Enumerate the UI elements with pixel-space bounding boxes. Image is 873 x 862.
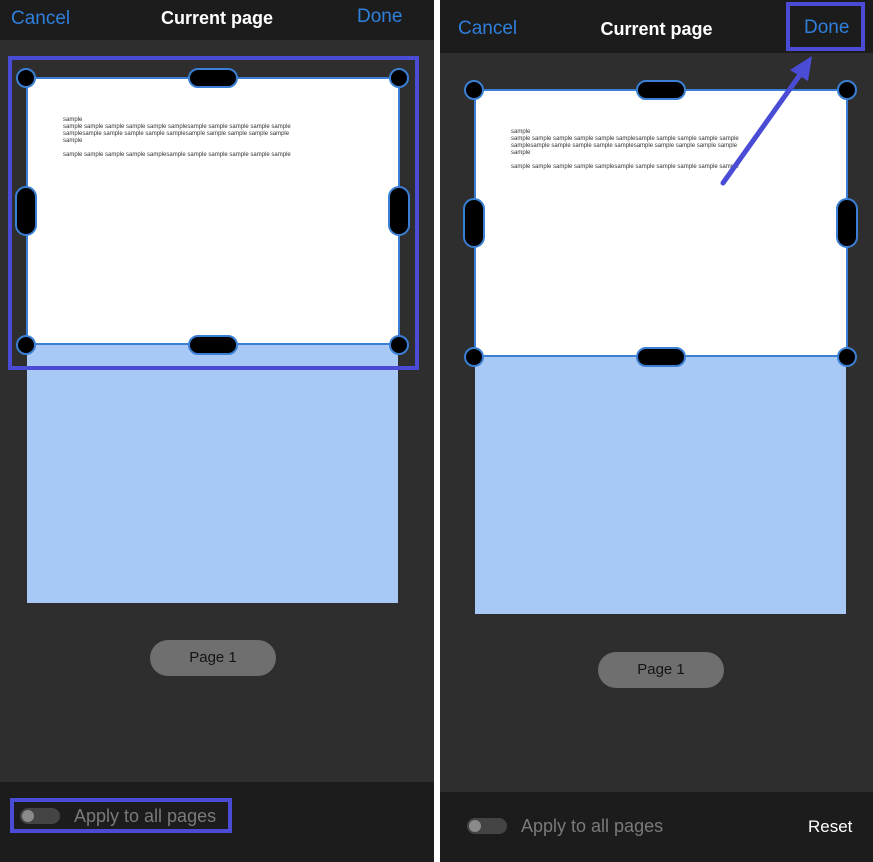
doc-line: sample sample sample sample samplesample… (511, 164, 739, 170)
crop-handle-bottom-left[interactable] (16, 335, 36, 355)
page-indicator[interactable]: Page 1 (598, 652, 724, 688)
crop-handle-top-right[interactable] (837, 80, 857, 100)
crop-handle-top-left[interactable] (464, 80, 484, 100)
top-bar: Cancel Current page Done (0, 0, 434, 40)
crop-handle-left[interactable] (15, 186, 37, 236)
crop-region[interactable]: sample sample sample sample sample sampl… (474, 89, 848, 357)
doc-line: sample (63, 117, 83, 123)
doc-line: sample sample sample sample samplesample… (63, 152, 291, 158)
crop-screen-left: Cancel Current page Done sample sample s… (0, 0, 434, 862)
doc-line: sample (63, 138, 83, 144)
toggle-knob (469, 820, 481, 832)
crop-handle-right[interactable] (836, 198, 858, 248)
bottom-bar: Apply to all pages (0, 782, 434, 862)
crop-handle-top-right[interactable] (389, 68, 409, 88)
apply-all-toggle[interactable] (467, 818, 507, 834)
crop-region[interactable]: sample sample sample sample sample sampl… (26, 77, 400, 345)
toggle-knob (22, 810, 34, 822)
doc-line: sample sample sample sample sample sampl… (63, 124, 291, 130)
top-bar: Cancel Current page Done (440, 0, 873, 53)
apply-all-label: Apply to all pages (521, 816, 664, 836)
document-text: sample sample sample sample sample sampl… (511, 129, 739, 171)
doc-line: sample (511, 129, 531, 135)
page-indicator[interactable]: Page 1 (150, 640, 276, 676)
done-button[interactable]: Done (357, 6, 402, 28)
crop-handle-top-left[interactable] (16, 68, 36, 88)
crop-handle-top[interactable] (636, 80, 686, 100)
done-button[interactable]: Done (804, 17, 849, 39)
bottom-bar: Apply to all pages Reset (440, 792, 873, 862)
doc-line: sample (511, 150, 531, 156)
crop-handle-bottom-right[interactable] (837, 347, 857, 367)
apply-all-toggle[interactable] (20, 808, 60, 824)
apply-all-label: Apply to all pages (74, 806, 217, 826)
crop-handle-bottom-right[interactable] (389, 335, 409, 355)
crop-handle-top[interactable] (188, 68, 238, 88)
crop-screen-right: Cancel Current page Done sample sample s… (440, 0, 873, 862)
crop-handle-bottom[interactable] (188, 335, 238, 355)
arrow-head (790, 56, 812, 81)
crop-handle-right[interactable] (388, 186, 410, 236)
doc-line: sample sample sample sample sample sampl… (511, 136, 739, 142)
doc-line: samplesample sample sample sample sample… (63, 131, 290, 137)
crop-handle-left[interactable] (463, 198, 485, 248)
doc-line: samplesample sample sample sample sample… (511, 143, 738, 149)
reset-button[interactable]: Reset (808, 817, 852, 837)
crop-handle-bottom-left[interactable] (464, 347, 484, 367)
crop-handle-bottom[interactable] (636, 347, 686, 367)
document-text: sample sample sample sample sample sampl… (63, 117, 291, 159)
